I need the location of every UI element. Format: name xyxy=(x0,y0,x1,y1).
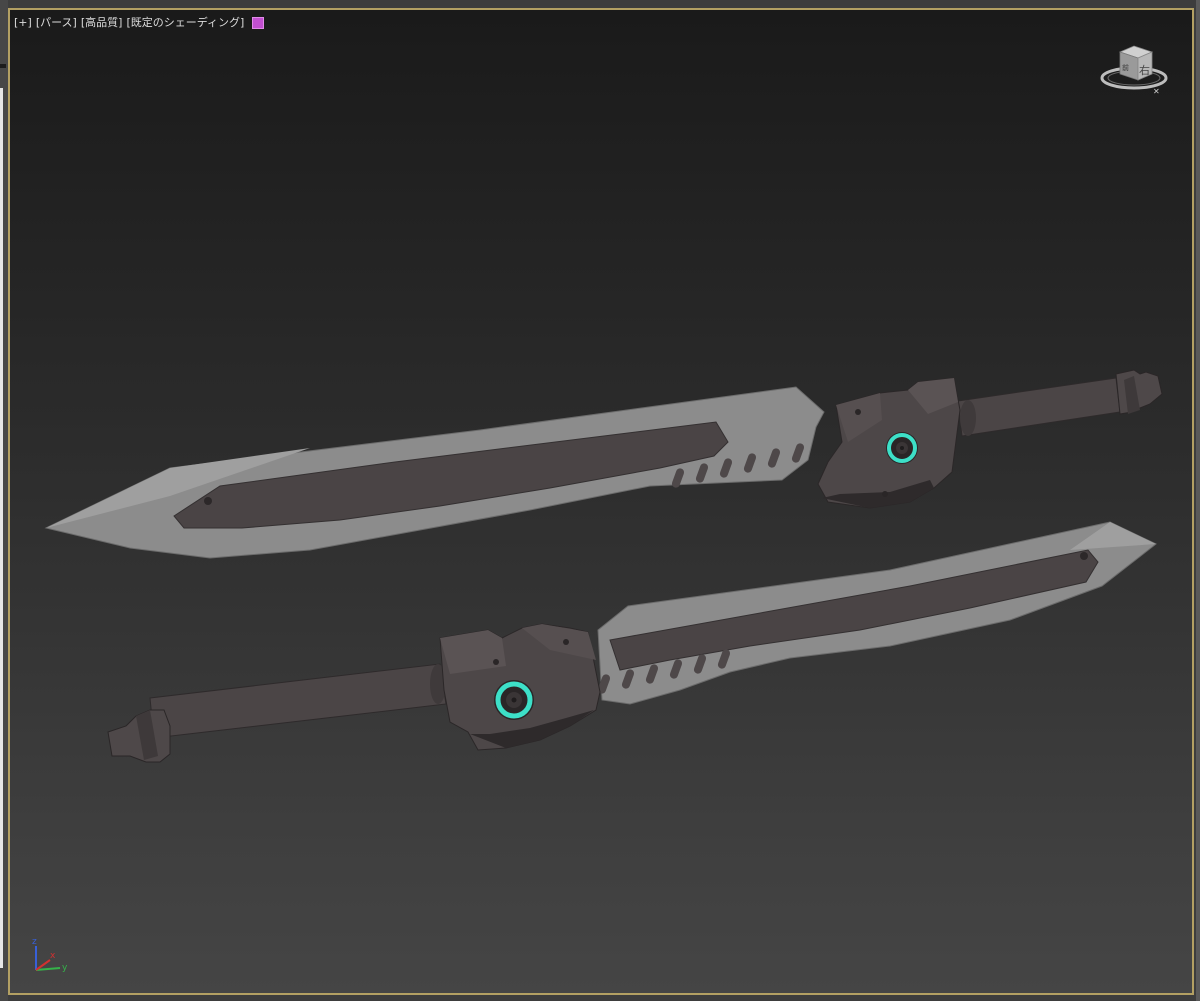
axis-tripod: z y x xyxy=(32,937,68,973)
sword-upper-core-ring xyxy=(886,432,918,464)
sword-upper[interactable] xyxy=(44,369,1163,559)
viewcube[interactable]: 右 前 ✕ xyxy=(1100,45,1168,96)
scene-canvas[interactable]: 右 前 ✕ z y x xyxy=(10,10,1192,993)
left-panel-marker xyxy=(0,64,6,68)
sword-upper-grip xyxy=(957,377,1121,437)
viewcube-right-label: 右 xyxy=(1139,63,1150,77)
perspective-viewport[interactable]: [+] [パース] [高品質] [既定のシェーディング] 右 前 ✕ z y x xyxy=(8,8,1194,995)
sword-lower-core-ring xyxy=(494,680,534,720)
axis-y-label: y xyxy=(62,963,68,973)
sword-lower[interactable] xyxy=(107,521,1157,763)
sword-lower-grip xyxy=(149,663,447,739)
axis-z-label: z xyxy=(32,937,37,947)
right-panel-edge xyxy=(1196,0,1200,1001)
left-panel-highlight xyxy=(0,88,3,968)
axis-x-label: x xyxy=(50,951,56,961)
viewcube-compass-label: ✕ xyxy=(1153,87,1160,96)
viewcube-front-label: 前 xyxy=(1122,63,1129,72)
left-panel-edge xyxy=(0,0,8,1001)
sword-upper-grip-ring xyxy=(960,400,976,436)
